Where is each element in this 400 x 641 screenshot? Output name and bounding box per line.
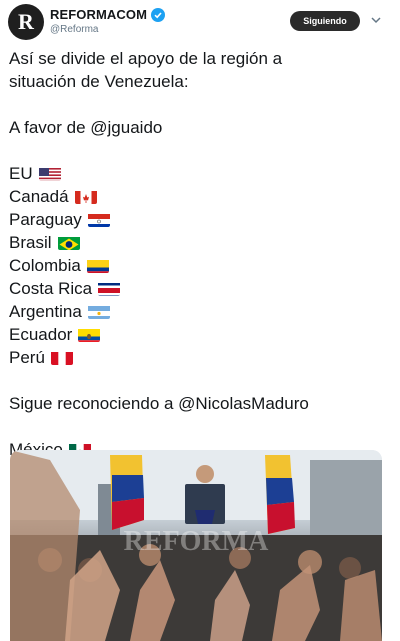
country-name: Paraguay bbox=[9, 210, 82, 229]
country-line: Brasil bbox=[9, 231, 389, 254]
watermark-text: REFORMA bbox=[124, 526, 269, 557]
country-line: Ecuador bbox=[9, 323, 389, 346]
country-line: Costa Rica bbox=[9, 277, 389, 300]
intro-line: situación de Venezuela: bbox=[9, 72, 189, 91]
peru-flag-icon bbox=[50, 350, 73, 365]
country-name: Costa Rica bbox=[9, 279, 93, 298]
avatar[interactable]: R bbox=[8, 4, 44, 40]
us-flag-icon bbox=[38, 166, 61, 181]
country-name: EU bbox=[9, 164, 33, 183]
avatar-logo: R bbox=[18, 9, 34, 34]
brazil-flag-icon bbox=[57, 235, 80, 250]
colombia-flag-icon bbox=[86, 258, 109, 273]
country-line: Argentina bbox=[9, 300, 389, 323]
verified-badge-icon bbox=[151, 7, 166, 22]
country-name: Argentina bbox=[9, 302, 82, 321]
country-line: Paraguay bbox=[9, 208, 389, 231]
country-name: Ecuador bbox=[9, 325, 73, 344]
tweet-text: Así se divide el apoyo de la región a si… bbox=[9, 47, 389, 461]
maduro-heading[interactable]: Sigue reconociendo a @NicolasMaduro bbox=[9, 392, 389, 415]
rally-photo: REFORMA bbox=[10, 450, 382, 641]
account-info[interactable]: REFORMACOM @Reforma bbox=[50, 7, 166, 35]
intro-line: Así se divide el apoyo de la región a bbox=[9, 49, 283, 68]
country-line: EU bbox=[9, 162, 389, 185]
favor-heading[interactable]: A favor de @jguaido bbox=[9, 116, 389, 139]
country-name: Brasil bbox=[9, 233, 52, 252]
country-name: Canadá bbox=[9, 187, 69, 206]
paraguay-flag-icon bbox=[87, 212, 110, 227]
tweet-header: R REFORMACOM @Reforma Siguiendo bbox=[0, 0, 400, 44]
country-name: Colombia bbox=[9, 256, 81, 275]
display-name[interactable]: REFORMACOM bbox=[50, 7, 147, 22]
chevron-down-icon[interactable] bbox=[370, 14, 382, 26]
country-line: Perú bbox=[9, 346, 389, 369]
following-button[interactable]: Siguiendo bbox=[290, 11, 360, 31]
ecuador-flag-icon bbox=[78, 327, 101, 342]
costa-rica-flag-icon bbox=[98, 281, 121, 296]
country-name: Perú bbox=[9, 348, 45, 367]
account-handle[interactable]: @Reforma bbox=[50, 24, 165, 35]
canada-flag-icon bbox=[74, 189, 97, 204]
country-line: Canadá bbox=[9, 185, 389, 208]
country-line: Colombia bbox=[9, 254, 389, 277]
tweet-photo[interactable]: REFORMA bbox=[10, 450, 382, 641]
argentina-flag-icon bbox=[87, 304, 110, 319]
